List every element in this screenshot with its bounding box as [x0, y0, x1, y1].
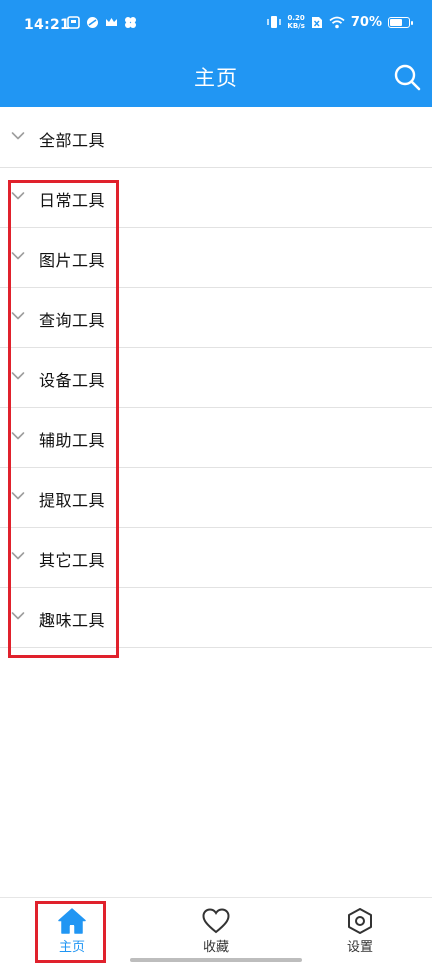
- category-row[interactable]: 提取工具: [0, 468, 432, 528]
- nav-home[interactable]: 主页: [0, 898, 144, 965]
- category-label: 查询工具: [39, 311, 106, 330]
- chevron-down-icon: [11, 492, 25, 500]
- chevron-down-icon: [11, 192, 25, 200]
- app-notification-icon: [87, 17, 98, 28]
- chevron-down-icon: [11, 312, 25, 320]
- chevron-down-icon: [11, 552, 25, 560]
- category-label: 图片工具: [39, 251, 106, 270]
- network-speed-unit: KB/s: [287, 22, 305, 30]
- category-label: 提取工具: [39, 491, 106, 510]
- category-row[interactable]: 日常工具: [0, 168, 432, 228]
- nav-settings[interactable]: 设置: [288, 898, 432, 965]
- wifi-icon: [329, 16, 345, 28]
- category-row[interactable]: 查询工具: [0, 288, 432, 348]
- app-notification-icon: [67, 16, 80, 29]
- category-label: 其它工具: [39, 551, 106, 570]
- bottom-navigation: 主页 收藏 设置: [0, 897, 432, 965]
- category-label: 辅助工具: [39, 431, 106, 450]
- settings-icon: [348, 908, 372, 934]
- category-label: 日常工具: [39, 191, 106, 210]
- vibrate-icon: [267, 16, 282, 28]
- network-speed: 0.20 KB/s: [287, 14, 304, 30]
- chevron-down-icon: [11, 372, 25, 380]
- status-right: 0.20 KB/s 70%: [267, 14, 413, 30]
- notification-icons: [67, 16, 137, 29]
- page-title: 主页: [194, 66, 238, 90]
- chevron-down-icon: [11, 132, 25, 140]
- fan-icon: [125, 17, 136, 28]
- nav-favorites[interactable]: 收藏: [144, 898, 288, 965]
- category-row[interactable]: 辅助工具: [0, 408, 432, 468]
- category-list: 全部工具日常工具图片工具查询工具设备工具辅助工具提取工具其它工具趣味工具: [0, 108, 432, 648]
- chevron-down-icon: [11, 612, 25, 620]
- category-label: 趣味工具: [39, 611, 106, 630]
- category-label: 全部工具: [39, 131, 106, 150]
- nav-home-label: 主页: [58, 940, 85, 955]
- category-row[interactable]: 其它工具: [0, 528, 432, 588]
- nav-settings-label: 设置: [346, 940, 373, 955]
- heart-icon: [202, 908, 230, 934]
- battery-icon: [388, 16, 413, 28]
- top-app-bar: 14:21 0.20 KB/s 70% 主页: [0, 0, 432, 107]
- battery-percent: 70%: [350, 14, 382, 30]
- category-row[interactable]: 趣味工具: [0, 588, 432, 648]
- search-icon: [394, 64, 421, 91]
- network-speed-value: 0.20: [287, 14, 305, 22]
- search-button[interactable]: [392, 62, 422, 92]
- gesture-bar: [130, 958, 302, 962]
- status-time: 14:21: [24, 17, 71, 33]
- battery-fill: [390, 18, 402, 26]
- nav-favorites-label: 收藏: [202, 940, 229, 955]
- category-row[interactable]: 图片工具: [0, 228, 432, 288]
- category-row[interactable]: 设备工具: [0, 348, 432, 408]
- chevron-down-icon: [11, 432, 25, 440]
- crown-icon: [106, 18, 117, 26]
- status-bar: 14:21 0.20 KB/s 70%: [0, 0, 432, 50]
- category-label: 设备工具: [39, 371, 106, 390]
- home-icon: [58, 908, 86, 934]
- category-row[interactable]: 全部工具: [0, 108, 432, 168]
- chevron-down-icon: [11, 252, 25, 260]
- sim-icon: [311, 16, 322, 28]
